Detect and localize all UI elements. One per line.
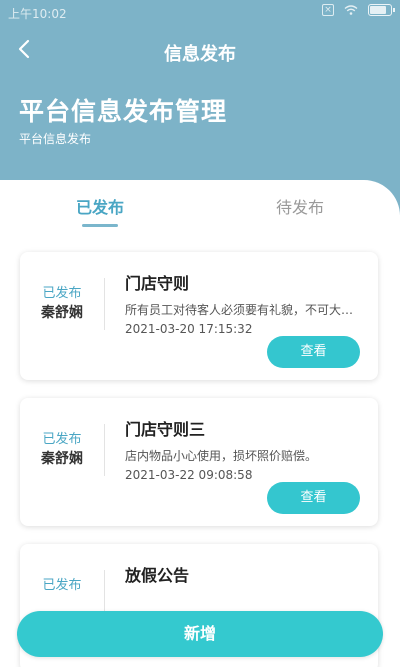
content-panel: 已发布 待发布 已发布 秦舒娴 门店守则 所有员工对待客人必须要有礼貌，不可大声… [0, 180, 400, 667]
post-status: 已发布 [42, 578, 82, 593]
post-time: 2021-03-22 09:08:58 [125, 468, 253, 482]
post-title: 门店守则 [125, 274, 190, 293]
status-time: 上午10:02 [8, 7, 67, 21]
status-bar: 上午10:02 × [0, 0, 400, 24]
card-divider [104, 278, 105, 330]
post-author: 秦舒娴 [41, 305, 83, 321]
add-button[interactable]: 新增 [17, 611, 383, 657]
notification-icon: × [322, 4, 334, 16]
post-status: 已发布 [42, 432, 82, 447]
post-author: 秦舒娴 [41, 451, 83, 467]
post-status: 已发布 [42, 286, 82, 301]
wifi-icon [344, 5, 358, 15]
post-title: 放假公告 [125, 566, 190, 585]
tab-published[interactable]: 已发布 [50, 194, 150, 218]
tab-pending[interactable]: 待发布 [250, 194, 350, 218]
post-time: 2021-03-20 17:15:32 [125, 322, 253, 336]
page-title: 平台信息发布管理 [19, 97, 228, 126]
status-icons: × [322, 4, 395, 16]
nav-title: 信息发布 [164, 44, 236, 65]
card-divider [104, 424, 105, 476]
post-card[interactable]: 已发布 秦舒娴 门店守则三 店内物品小心使用，损坏照价赔偿。 2021-03-2… [20, 398, 378, 526]
post-description: 店内物品小心使用，损坏照价赔偿。 [125, 449, 318, 463]
page-subtitle: 平台信息发布 [19, 132, 92, 146]
view-button[interactable]: 查看 [267, 336, 360, 368]
view-button[interactable]: 查看 [267, 482, 360, 514]
tab-bar: 已发布 待发布 [0, 180, 400, 230]
active-tab-indicator [82, 224, 118, 227]
post-card[interactable]: 已发布 秦舒娴 门店守则 所有员工对待客人必须要有礼貌，不可大声喧哗 2021-… [20, 252, 378, 380]
post-title: 门店守则三 [125, 420, 206, 439]
post-description: 所有员工对待客人必须要有礼貌，不可大声喧哗 [125, 303, 361, 317]
battery-icon [368, 4, 395, 16]
